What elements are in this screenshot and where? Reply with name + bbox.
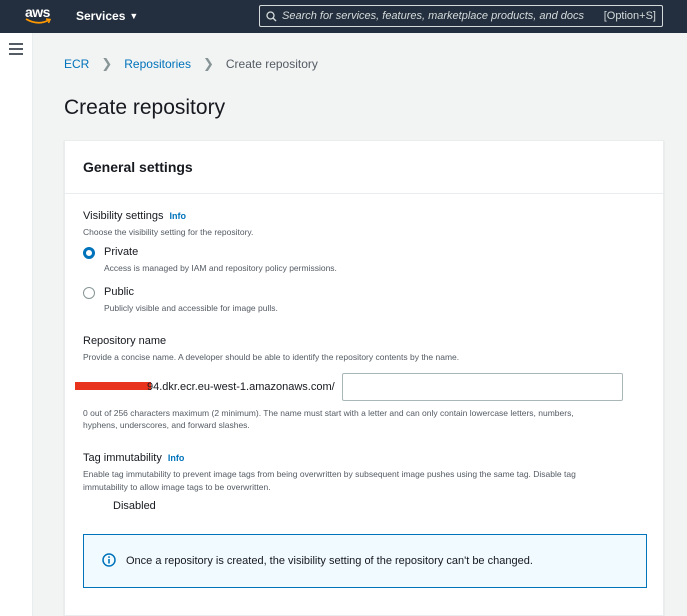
toggle-state-label: Disabled <box>113 500 156 512</box>
search-box[interactable]: [Option+S] <box>259 5 663 27</box>
public-label: Public <box>104 286 134 298</box>
public-description: Publicly visible and accessible for imag… <box>104 303 278 313</box>
visibility-description: Choose the visibility setting for the re… <box>83 227 254 237</box>
repo-name-constraint-line1: 0 out of 256 characters maximum (2 minim… <box>83 408 574 418</box>
visibility-label-row: Visibility settings Info <box>83 210 186 222</box>
info-alert: Once a repository is created, the visibi… <box>83 534 647 588</box>
radio-private[interactable] <box>83 247 95 259</box>
chevron-right-icon: ❯ <box>202 56 214 71</box>
hamburger-menu-icon[interactable] <box>9 43 23 55</box>
search-input[interactable] <box>282 10 592 22</box>
panel-header: General settings <box>65 141 663 194</box>
repo-name-input[interactable] <box>342 373 623 401</box>
sidebar-strip <box>0 33 33 616</box>
alert-text: Once a repository is created, the visibi… <box>126 555 533 567</box>
redaction-bar <box>75 382 151 390</box>
aws-logo[interactable]: aws <box>25 5 53 27</box>
visibility-info-link[interactable]: Info <box>170 211 187 221</box>
page-title: Create repository <box>64 96 226 119</box>
breadcrumb-repositories[interactable]: Repositories <box>124 57 191 71</box>
services-label: Services <box>76 9 126 23</box>
chevron-right-icon: ❯ <box>101 56 113 71</box>
breadcrumb-ecr[interactable]: ECR <box>64 57 89 71</box>
private-label: Private <box>104 246 139 258</box>
tag-immutability-label: Tag immutability <box>83 452 162 464</box>
tag-immutability-description-line1: Enable tag immutability to prevent image… <box>83 469 576 479</box>
private-description: Access is managed by IAM and repository … <box>104 263 337 273</box>
aws-logo-text: aws <box>25 4 50 20</box>
repo-name-constraint-line2: hyphens, underscores, and forward slashe… <box>83 420 250 430</box>
repo-name-label: Repository name <box>83 335 167 347</box>
caret-down-icon: ▼ <box>129 11 139 21</box>
info-icon <box>102 553 116 572</box>
search-shortcut: [Option+S] <box>603 10 656 22</box>
search-icon <box>260 10 282 22</box>
visibility-label: Visibility settings <box>83 210 164 222</box>
tag-immutability-info-link[interactable]: Info <box>168 453 185 463</box>
general-settings-panel: General settings Visibility settings Info… <box>64 140 664 616</box>
repo-uri-prefix: 94.dkr.ecr.eu-west-1.amazonaws.com/ <box>147 381 335 393</box>
radio-public[interactable] <box>83 287 95 299</box>
aws-smile-icon <box>25 18 51 24</box>
services-menu[interactable]: Services ▼ <box>76 9 138 23</box>
repo-name-description: Provide a concise name. A developer shou… <box>83 352 460 362</box>
tag-immutability-description-line2: immutability to allow image tags to be o… <box>83 482 271 492</box>
top-nav: aws Services ▼ [Option+S] <box>0 0 687 33</box>
breadcrumb-current: Create repository <box>225 57 318 71</box>
breadcrumb: ECR ❯ Repositories ❯ Create repository <box>64 56 318 72</box>
tag-immutability-label-row: Tag immutability Info <box>83 452 184 464</box>
